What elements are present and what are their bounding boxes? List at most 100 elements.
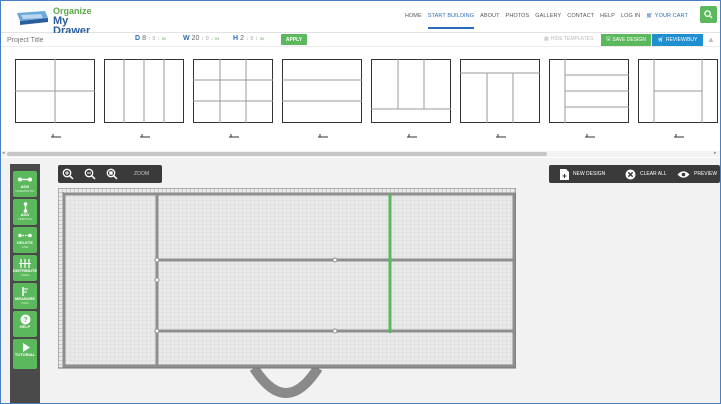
drawer-logo-icon xyxy=(17,11,48,25)
depth-spinner-icon[interactable]: ↕ xyxy=(148,36,151,42)
cart-icon: 🛒︎ xyxy=(657,37,664,43)
scroll-left-icon[interactable]: ◂ xyxy=(2,150,5,156)
clear-all-button[interactable]: CLEAR ALL xyxy=(625,168,667,180)
zoom-out-icon xyxy=(84,168,96,180)
main-nav: HOME START BUILDING ABOUT PHOTOS GALLERY… xyxy=(405,13,688,29)
template-card[interactable] xyxy=(104,59,184,143)
template-card[interactable] xyxy=(193,59,273,143)
new-design-label: NEW DESIGN xyxy=(573,171,606,177)
tool-sublabel: TOOL xyxy=(20,300,30,305)
apply-button[interactable]: APPLY xyxy=(281,34,307,45)
divider-node[interactable] xyxy=(387,257,393,263)
depth-fraction-spinner-icon[interactable]: ↕ xyxy=(157,36,160,42)
template-scrollbar[interactable]: ◂ ▸ xyxy=(1,150,720,157)
distribute-lines-button[interactable]: DISTRIBUTE LINES xyxy=(13,255,37,281)
hide-templates-label: HIDE TEMPLATES xyxy=(550,36,594,42)
clear-all-label: CLEAR ALL xyxy=(640,171,667,177)
template-card[interactable] xyxy=(282,59,362,143)
template-strip xyxy=(1,48,720,154)
zoom-in-icon xyxy=(62,168,74,180)
nav-login[interactable]: LOG IN xyxy=(621,13,640,29)
delete-line-button[interactable]: DELETE LINE xyxy=(13,227,37,253)
drawer-design-svg[interactable] xyxy=(57,187,517,402)
nav-about[interactable]: ABOUT xyxy=(480,13,499,29)
zoom-fit-button[interactable] xyxy=(105,167,119,181)
nav-photos[interactable]: PHOTOS xyxy=(506,13,530,29)
divider-node[interactable] xyxy=(154,328,160,334)
drawer-canvas[interactable] xyxy=(57,187,517,402)
design-workspace: ADD HORIZONTAL ADD VERTICAL DELETE LINE … xyxy=(1,158,720,403)
template-thumbnail xyxy=(15,59,95,138)
width-key: W xyxy=(183,35,190,42)
template-thumbnail xyxy=(371,59,451,138)
depth-fraction: 0 xyxy=(152,35,156,42)
divider-node[interactable] xyxy=(332,257,338,263)
template-thumbnail xyxy=(549,59,629,138)
nav-cart[interactable]: 🛒︎ YOUR CART xyxy=(646,13,688,29)
zoom-toolbar: ZOOM xyxy=(58,165,162,183)
design-toolbar: D 8 ↕ 0 ↕ IN W 20 ↕ 0 ↕ IN H 2 ↕ 0 ↕ IN … xyxy=(1,33,720,47)
eye-icon xyxy=(677,170,690,178)
template-thumbnail xyxy=(460,59,540,138)
site-logo[interactable]: Organize My Drawer xyxy=(15,5,99,37)
divider-node[interactable] xyxy=(154,277,160,283)
template-card[interactable] xyxy=(638,59,718,143)
tool-sidebar: ADD HORIZONTAL ADD VERTICAL DELETE LINE … xyxy=(10,164,40,403)
nav-gallery[interactable]: GALLERY xyxy=(535,13,561,29)
width-field[interactable]: W 20 ↕ 0 ↕ IN xyxy=(183,35,219,42)
new-design-button[interactable]: NEW DESIGN xyxy=(560,168,605,180)
clear-icon xyxy=(625,169,636,179)
template-card[interactable] xyxy=(460,59,540,143)
tool-sublabel: LINES xyxy=(20,272,30,277)
preview-button[interactable]: PREVIEW xyxy=(677,168,717,180)
design-actions-bar: NEW DESIGN CLEAR ALL PREVIEW xyxy=(549,165,720,183)
tutorial-button[interactable]: TUTORIAL xyxy=(13,339,37,369)
tool-label: TUTORIAL xyxy=(14,352,36,357)
width-value: 20 xyxy=(191,35,200,42)
grid-icon: ▦ xyxy=(544,36,549,42)
nav-home[interactable]: HOME xyxy=(405,13,422,29)
collapse-toolbar-icon[interactable]: ▲ xyxy=(707,35,715,44)
review-buy-button[interactable]: 🛒︎ REVIEW/BUY xyxy=(652,34,703,46)
height-field[interactable]: H 2 ↕ 0 ↕ IN xyxy=(233,35,264,42)
height-fraction: 0 xyxy=(250,35,254,42)
search-button[interactable] xyxy=(700,6,717,23)
scroll-right-icon[interactable]: ▸ xyxy=(714,150,717,156)
project-title-input[interactable] xyxy=(7,35,127,45)
zoom-out-button[interactable] xyxy=(83,167,97,181)
add-horizontal-button[interactable]: ADD HORIZONTAL xyxy=(13,171,37,197)
depth-unit: IN xyxy=(161,36,166,41)
help-button[interactable]: ? HELP xyxy=(13,311,37,337)
depth-key: D xyxy=(135,35,141,42)
width-unit: IN xyxy=(215,36,220,41)
divider-node[interactable] xyxy=(332,328,338,334)
divider-node[interactable] xyxy=(387,328,393,334)
zoom-fit-icon xyxy=(106,168,118,180)
width-fraction-spinner-icon[interactable]: ↕ xyxy=(211,36,214,42)
zoom-in-button[interactable] xyxy=(61,167,75,181)
template-card[interactable] xyxy=(371,59,451,143)
height-value: 2 xyxy=(240,35,244,42)
nav-contact[interactable]: CONTACT xyxy=(567,13,594,29)
save-label: SAVE DESIGN xyxy=(612,37,646,43)
height-fraction-spinner-icon[interactable]: ↕ xyxy=(255,36,258,42)
tool-sublabel: LINE xyxy=(21,244,29,249)
nav-help[interactable]: HELP xyxy=(600,13,615,29)
nav-start-building[interactable]: START BUILDING xyxy=(427,13,475,29)
tool-label: HELP xyxy=(19,324,31,329)
template-card[interactable] xyxy=(549,59,629,143)
hide-templates-button[interactable]: ▦ HIDE TEMPLATES xyxy=(544,36,593,42)
measure-tool-button[interactable]: MEASURE TOOL xyxy=(13,283,37,309)
tool-sublabel: HORIZONTAL xyxy=(15,188,35,193)
depth-field[interactable]: D 8 ↕ 0 ↕ IN xyxy=(135,35,166,42)
height-spinner-icon[interactable]: ↕ xyxy=(246,36,249,42)
scrollbar-thumb[interactable] xyxy=(7,152,547,156)
add-vertical-button[interactable]: ADD VERTICAL xyxy=(13,199,37,225)
divider-node[interactable] xyxy=(154,257,160,263)
review-label: REVIEW/BUY xyxy=(665,37,698,43)
save-design-button[interactable]: 🖫︎ SAVE DESIGN xyxy=(601,34,651,46)
preview-label: PREVIEW xyxy=(694,171,718,177)
drawer-handle xyxy=(249,365,323,398)
width-spinner-icon[interactable]: ↕ xyxy=(201,36,204,42)
template-card[interactable] xyxy=(15,59,95,143)
